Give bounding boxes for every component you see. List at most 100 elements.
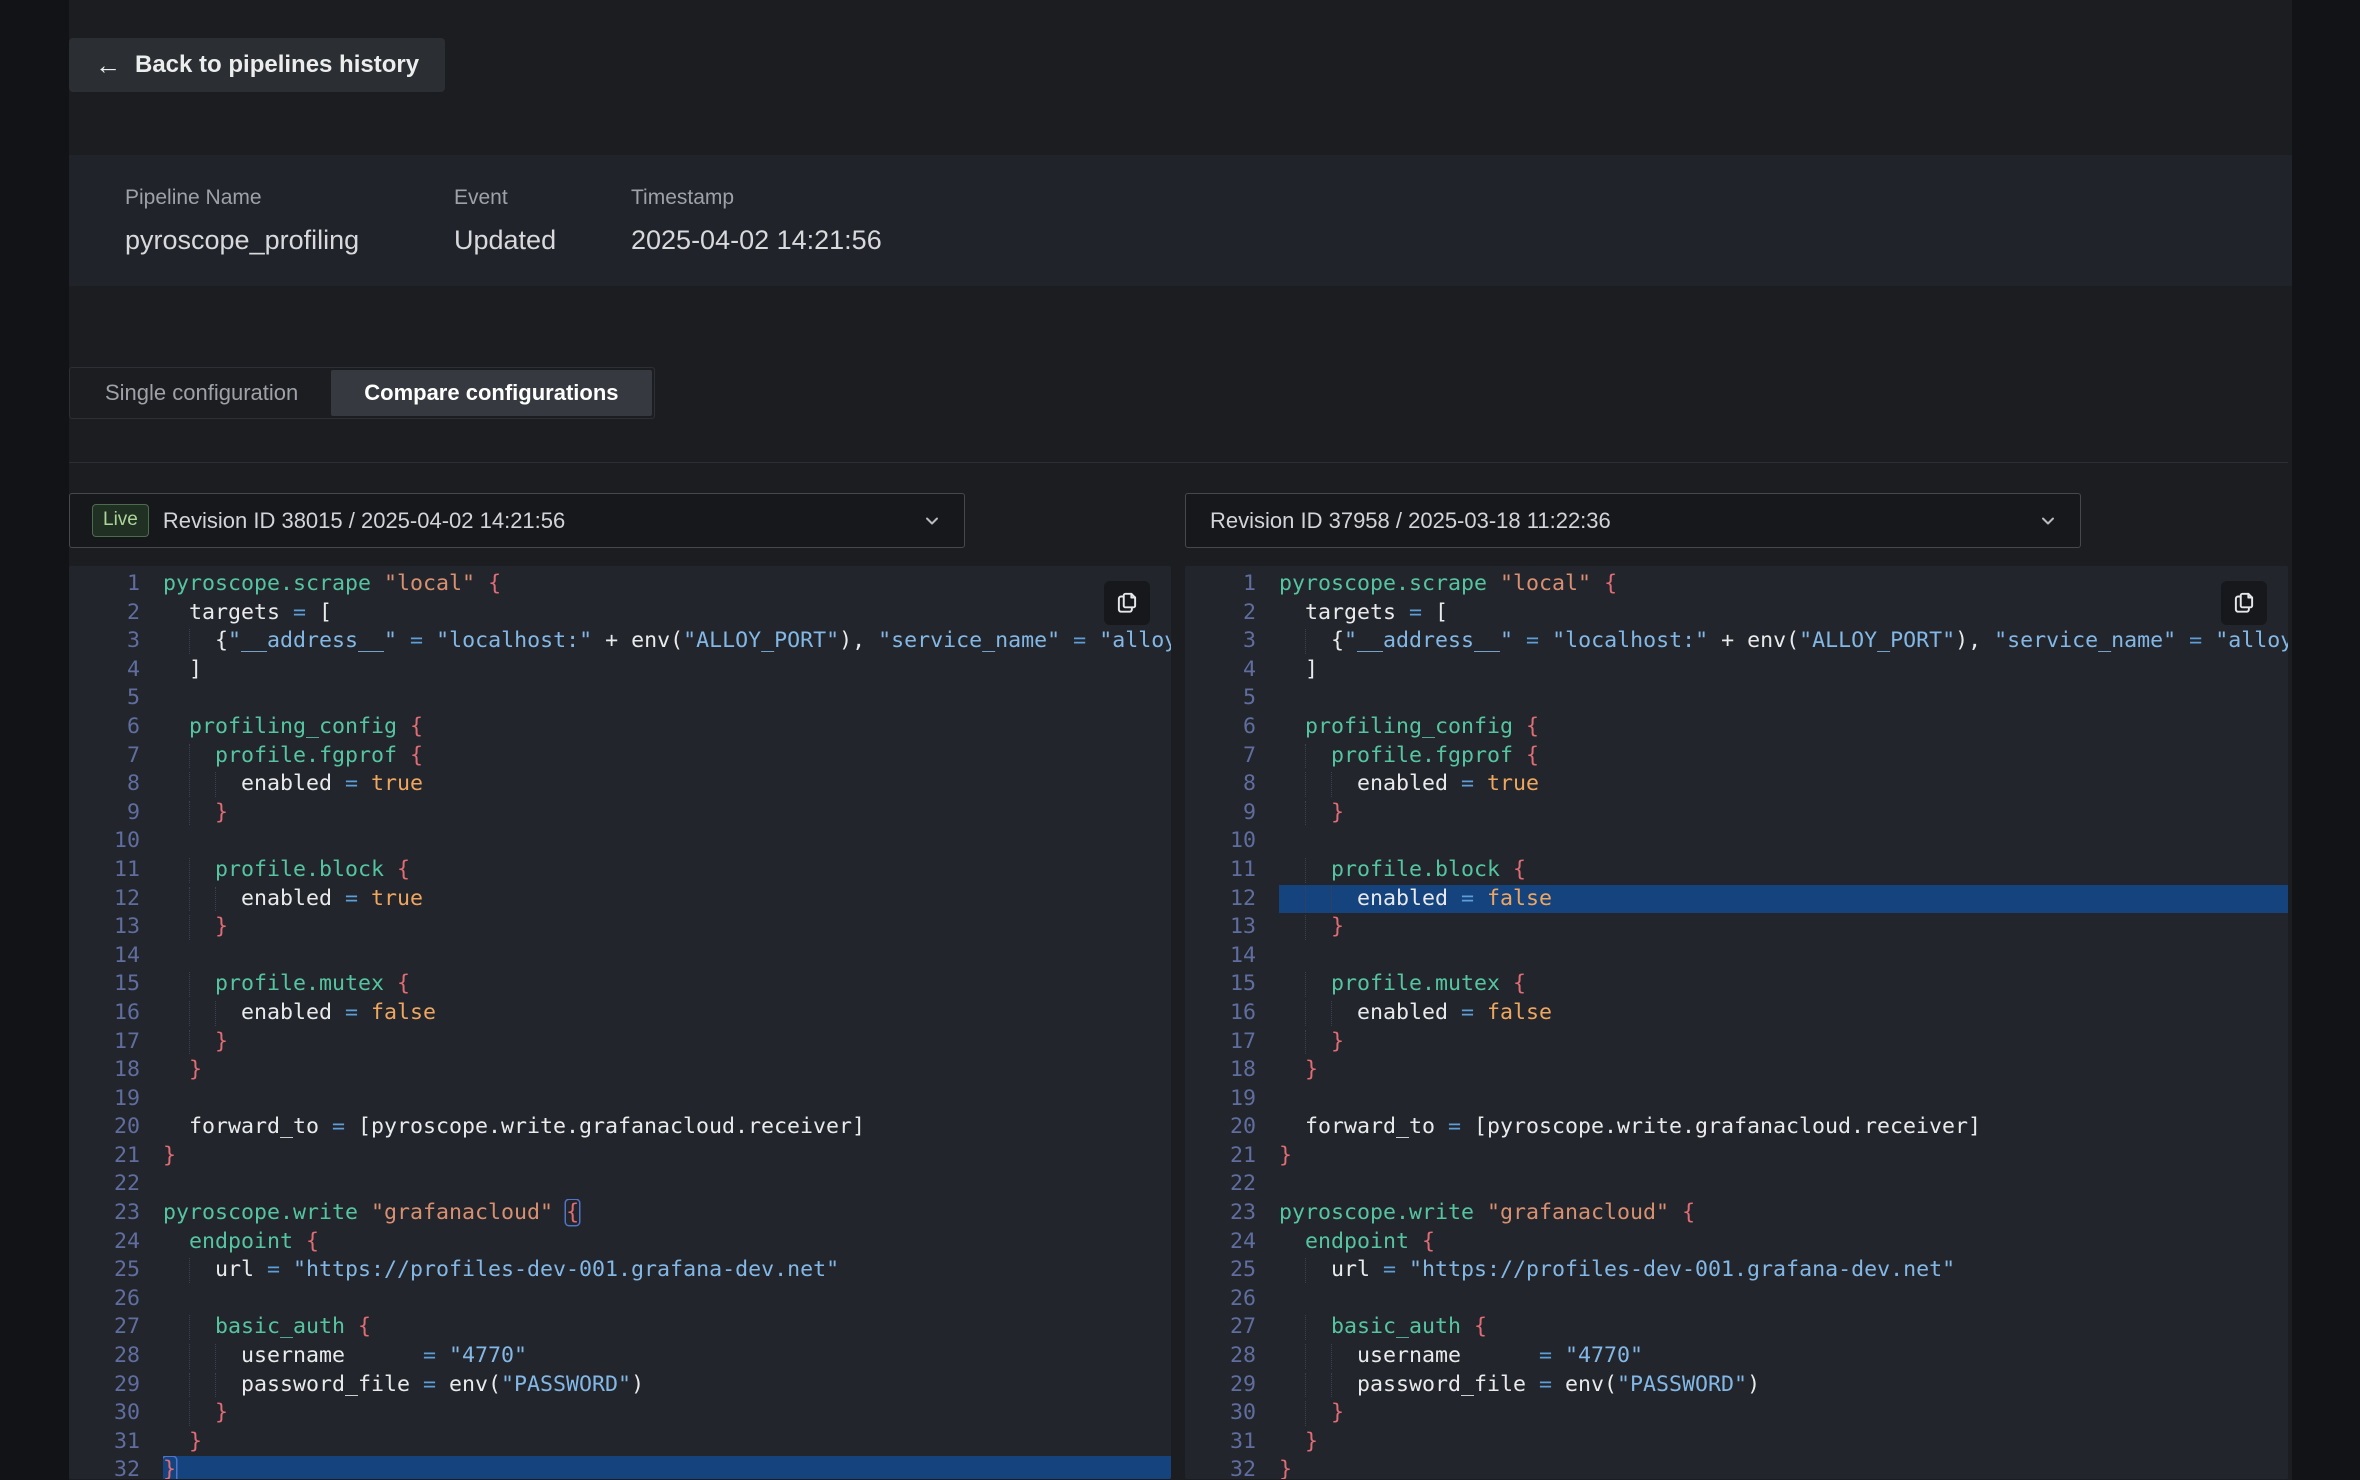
- line-number: 22: [1185, 1170, 1256, 1199]
- code-line: 23pyroscope.write "grafanacloud" {: [1185, 1199, 2288, 1228]
- event-field: Event Updated: [454, 185, 631, 257]
- line-number: 32: [1185, 1456, 1256, 1479]
- code-line: 13 }: [1185, 913, 2288, 942]
- line-number: 21: [69, 1142, 140, 1171]
- code-line: 15 profile.mutex {: [69, 970, 1171, 999]
- copy-button[interactable]: [2221, 581, 2267, 625]
- code-line: 18 }: [1185, 1056, 2288, 1085]
- line-number: 29: [69, 1371, 140, 1400]
- line-number: 12: [1185, 885, 1256, 914]
- line-number: 9: [69, 799, 140, 828]
- line-number: 16: [69, 999, 140, 1028]
- code-line: 17 }: [1185, 1028, 2288, 1057]
- line-number: 4: [69, 656, 140, 685]
- left-code-editor[interactable]: 1pyroscope.scrape "local" {2 targets = […: [69, 566, 1171, 1479]
- code-line: 24 endpoint {: [69, 1228, 1171, 1257]
- line-number: 9: [1185, 799, 1256, 828]
- event-value: Updated: [454, 224, 631, 256]
- line-number: 15: [1185, 970, 1256, 999]
- line-number: 14: [69, 942, 140, 971]
- code-line: 6 profiling_config {: [69, 713, 1171, 742]
- code-line: 27 basic_auth {: [69, 1313, 1171, 1342]
- line-number: 25: [69, 1256, 140, 1285]
- line-number: 17: [1185, 1028, 1256, 1057]
- code-line: 15 profile.mutex {: [1185, 970, 2288, 999]
- code-line: 18 }: [69, 1056, 1171, 1085]
- code-line: 10: [1185, 827, 2288, 856]
- line-number: 17: [69, 1028, 140, 1057]
- event-label: Event: [454, 185, 631, 210]
- right-code-editor[interactable]: 1pyroscope.scrape "local" {2 targets = […: [1185, 566, 2288, 1479]
- code-line: 29 password_file = env("PASSWORD"): [69, 1371, 1171, 1400]
- line-number: 6: [1185, 713, 1256, 742]
- code-line: 2 targets = [: [69, 599, 1171, 628]
- code-line: 8 enabled = true: [1185, 770, 2288, 799]
- arrow-left-icon: ←: [95, 52, 121, 78]
- code-line: 8 enabled = true: [69, 770, 1171, 799]
- line-number: 32: [69, 1456, 140, 1479]
- code-line: 23pyroscope.write "grafanacloud" {: [69, 1199, 1171, 1228]
- line-number: 13: [1185, 913, 1256, 942]
- line-number: 28: [1185, 1342, 1256, 1371]
- line-number: 14: [1185, 942, 1256, 971]
- line-number: 19: [69, 1085, 140, 1114]
- copy-button[interactable]: [1104, 581, 1150, 625]
- line-number: 26: [69, 1285, 140, 1314]
- line-number: 24: [69, 1228, 140, 1257]
- code-compare-row: 1pyroscope.scrape "local" {2 targets = […: [69, 566, 2292, 1479]
- code-line: 12 enabled = false: [1185, 885, 2288, 914]
- line-number: 7: [1185, 742, 1256, 771]
- configuration-tabs: Single configuration Compare configurati…: [69, 367, 655, 419]
- code-line: 12 enabled = true: [69, 885, 1171, 914]
- code-line: 30 }: [69, 1399, 1171, 1428]
- line-number: 20: [1185, 1113, 1256, 1142]
- line-number: 2: [69, 599, 140, 628]
- copy-icon: [2231, 590, 2257, 616]
- code-line: 11 profile.block {: [1185, 856, 2288, 885]
- timestamp-label: Timestamp: [631, 185, 2292, 210]
- section-divider: [69, 462, 2288, 463]
- timestamp-field: Timestamp 2025-04-02 14:21:56: [631, 185, 2292, 257]
- code-line: 3 {"__address__" = "localhost:" + env("A…: [69, 627, 1171, 656]
- line-number: 18: [69, 1056, 140, 1085]
- line-number: 2: [1185, 599, 1256, 628]
- pipeline-info-panel: Pipeline Name pyroscope_profiling Event …: [69, 155, 2292, 286]
- code-line: 7 profile.fgprof {: [1185, 742, 2288, 771]
- code-line: 26: [69, 1285, 1171, 1314]
- code-line: 7 profile.fgprof {: [69, 742, 1171, 771]
- tab-compare-configurations[interactable]: Compare configurations: [331, 370, 651, 416]
- chevron-down-icon: [922, 511, 942, 531]
- line-number: 4: [1185, 656, 1256, 685]
- line-number: 27: [1185, 1313, 1256, 1342]
- right-revision-select[interactable]: Revision ID 37958 / 2025-03-18 11:22:36: [1185, 493, 2081, 548]
- code-line: 5: [1185, 684, 2288, 713]
- line-number: 21: [1185, 1142, 1256, 1171]
- line-number: 5: [69, 684, 140, 713]
- code-line: 4 ]: [1185, 656, 2288, 685]
- code-line: 19: [69, 1085, 1171, 1114]
- line-number: 28: [69, 1342, 140, 1371]
- line-number: 29: [1185, 1371, 1256, 1400]
- line-number: 12: [69, 885, 140, 914]
- code-line: 25 url = "https://profiles-dev-001.grafa…: [69, 1256, 1171, 1285]
- left-revision-select[interactable]: Live Revision ID 38015 / 2025-04-02 14:2…: [69, 493, 965, 548]
- line-number: 7: [69, 742, 140, 771]
- code-line: 20 forward_to = [pyroscope.write.grafana…: [69, 1113, 1171, 1142]
- code-line: 2 targets = [: [1185, 599, 2288, 628]
- line-number: 31: [1185, 1428, 1256, 1457]
- code-line: 22: [69, 1170, 1171, 1199]
- line-number: 1: [1185, 570, 1256, 599]
- tab-single-configuration[interactable]: Single configuration: [72, 370, 331, 416]
- line-number: 24: [1185, 1228, 1256, 1257]
- line-number: 5: [1185, 684, 1256, 713]
- code-line: 10: [69, 827, 1171, 856]
- line-number: 10: [69, 827, 140, 856]
- line-number: 30: [1185, 1399, 1256, 1428]
- code-line: 16 enabled = false: [1185, 999, 2288, 1028]
- line-number: 19: [1185, 1085, 1256, 1114]
- right-code-lines: 1pyroscope.scrape "local" {2 targets = […: [1185, 566, 2288, 1479]
- code-line: 25 url = "https://profiles-dev-001.grafa…: [1185, 1256, 2288, 1285]
- line-number: 20: [69, 1113, 140, 1142]
- back-to-pipelines-history-button[interactable]: ← Back to pipelines history: [69, 38, 445, 92]
- line-number: 16: [1185, 999, 1256, 1028]
